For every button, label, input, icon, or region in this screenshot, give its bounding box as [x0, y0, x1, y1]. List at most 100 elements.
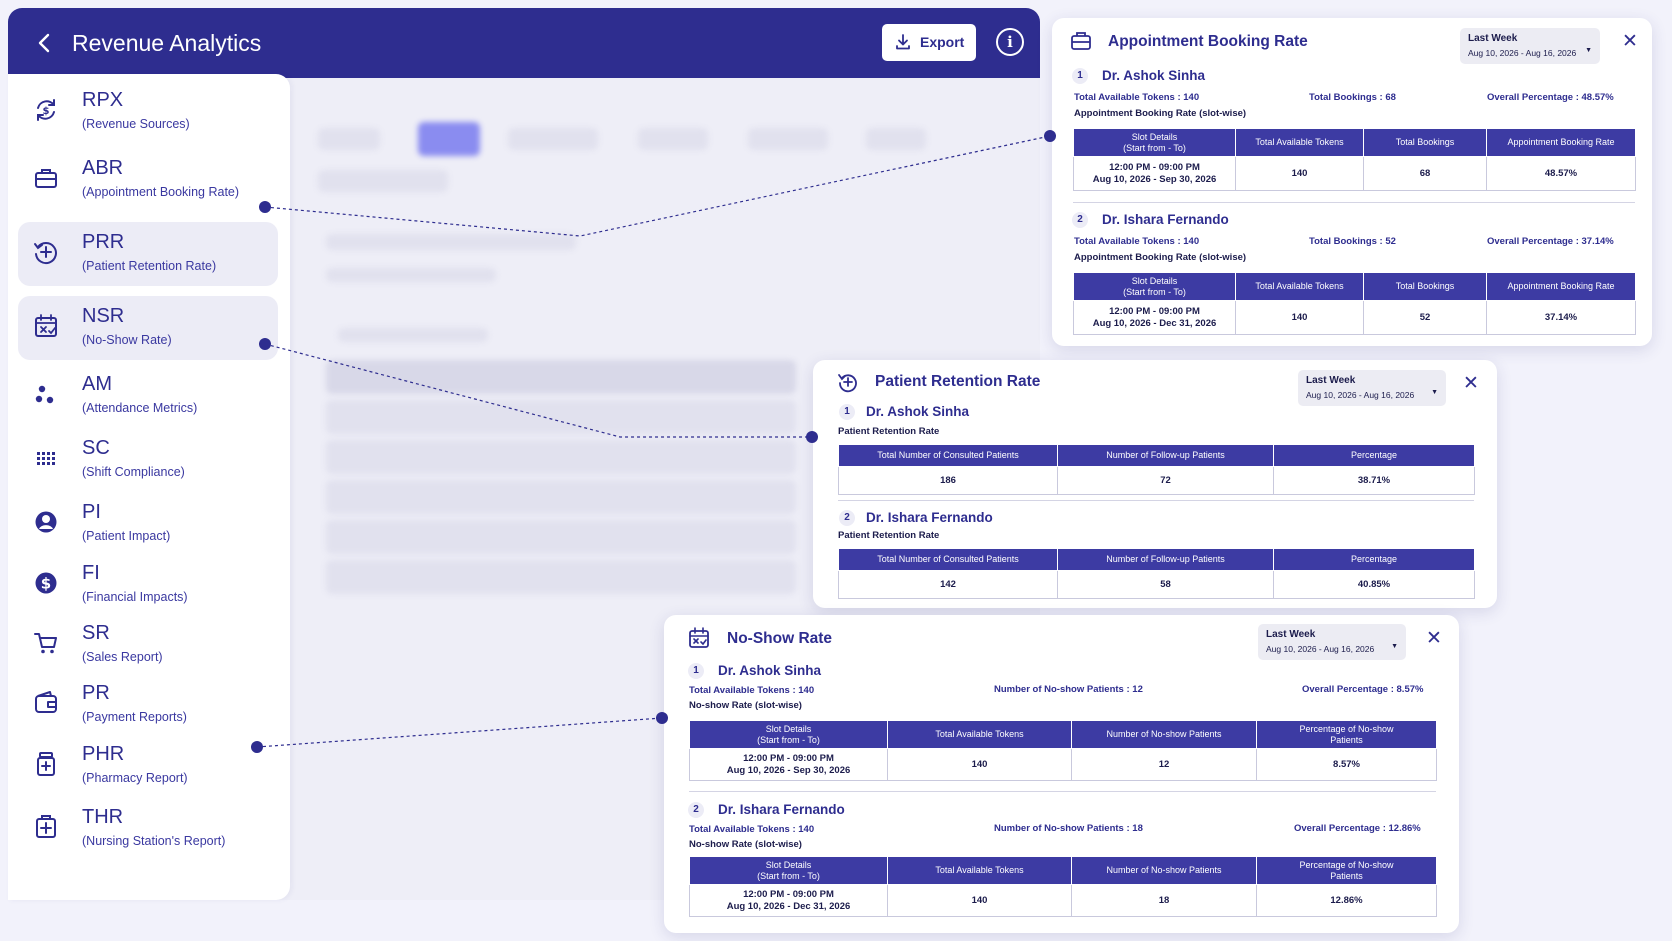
divider — [689, 791, 1436, 792]
percentage-cell: 8.57% — [1256, 748, 1437, 781]
col-noshow-patients: Number of No-show Patients — [1071, 720, 1257, 749]
total-bookings: Total Bookings : 52 — [1309, 236, 1396, 247]
table-caption: No-show Rate (slot-wise) — [689, 700, 802, 711]
total-tokens: Total Available Tokens : 140 — [1074, 236, 1200, 247]
percentage-cell: 38.71% — [1273, 466, 1475, 495]
col-total-bookings: Total Bookings — [1363, 272, 1487, 301]
col-followup-patients: Number of Follow-up Patients — [1057, 444, 1274, 467]
date-range-value: Aug 10, 2026 - Aug 16, 2026 — [1306, 390, 1415, 400]
doctor-index: 1 — [839, 404, 855, 420]
table-row: 186 72 38.71% — [838, 466, 1475, 495]
abr-title: Appointment Booking Rate — [1108, 33, 1308, 50]
percentage-cell: 40.85% — [1273, 570, 1475, 599]
col-booking-rate: Appointment Booking Rate — [1486, 272, 1636, 301]
nsr-date-range-select[interactable]: Last Week Aug 10, 2026 - Aug 16, 2026 ▼ — [1258, 624, 1406, 660]
prr-date-range-select[interactable]: Last Week Aug 10, 2026 - Aug 16, 2026 ▼ — [1298, 370, 1446, 406]
table-row: 12:00 PM - 09:00 PM Aug 10, 2026 - Dec 31… — [1073, 300, 1636, 335]
table-row: 142 58 40.85% — [838, 570, 1475, 599]
date-range-value: Aug 10, 2026 - Aug 16, 2026 — [1468, 48, 1577, 58]
noshow-cell: 18 — [1071, 884, 1257, 917]
col-slot-details: Slot Details (Start from - To) — [689, 720, 888, 749]
doctor-index: 1 — [688, 663, 704, 679]
date-range-label: Last Week — [1306, 375, 1356, 386]
retention-icon — [838, 374, 857, 393]
col-noshow-percentage: Percentage of No-show Patients — [1256, 720, 1437, 749]
consulted-cell: 186 — [838, 466, 1058, 495]
slot-cell: 12:00 PM - 09:00 PM Aug 10, 2026 - Sep 30… — [689, 748, 888, 781]
nsr-panel: No-Show Rate Last Week Aug 10, 2026 - Au… — [664, 615, 1459, 933]
col-consulted-patients: Total Number of Consulted Patients — [838, 444, 1058, 467]
divider — [838, 500, 1474, 501]
date-range-value: Aug 10, 2026 - Aug 16, 2026 — [1266, 644, 1375, 654]
table-row: 12:00 PM - 09:00 PM Aug 10, 2026 - Sep 30… — [1073, 156, 1636, 191]
nsr-title: No-Show Rate — [727, 630, 833, 647]
table-row: 12:00 PM - 09:00 PM Aug 10, 2026 - Dec 31… — [689, 884, 1437, 917]
doctor-name: Dr. Ashok Sinha — [718, 663, 822, 678]
followup-cell: 58 — [1057, 570, 1274, 599]
noshow-count: Number of No-show Patients : 18 — [994, 823, 1143, 834]
abr-date-range-select[interactable]: Last Week Aug 10, 2026 - Aug 16, 2026 ▼ — [1460, 28, 1600, 64]
col-percentage: Percentage — [1273, 548, 1475, 571]
table-caption: Appointment Booking Rate (slot-wise) — [1074, 108, 1247, 119]
table-caption: Appointment Booking Rate (slot-wise) — [1074, 252, 1247, 263]
consulted-cell: 142 — [838, 570, 1058, 599]
abr-table: Slot Details (Start from - To) Total Ava… — [1073, 272, 1636, 335]
doctor-name: Dr. Ishara Fernando — [1102, 212, 1229, 227]
col-slot-details: Slot Details (Start from - To) — [689, 856, 888, 885]
slot-cell: 12:00 PM - 09:00 PM Aug 10, 2026 - Sep 30… — [1073, 156, 1236, 191]
col-noshow-percentage: Percentage of No-show Patients — [1256, 856, 1437, 885]
slot-cell: 12:00 PM - 09:00 PM Aug 10, 2026 - Dec 31… — [689, 884, 888, 917]
prr-table: Total Number of Consulted Patients Numbe… — [838, 548, 1475, 599]
table-row: 12:00 PM - 09:00 PM Aug 10, 2026 - Sep 30… — [689, 748, 1437, 781]
prr-table: Total Number of Consulted Patients Numbe… — [838, 444, 1475, 495]
divider — [1073, 202, 1635, 203]
slot-cell: 12:00 PM - 09:00 PM Aug 10, 2026 - Dec 31… — [1073, 300, 1236, 335]
col-total-tokens: Total Available Tokens — [1235, 128, 1364, 157]
connector-dot — [259, 201, 271, 213]
bookings-cell: 52 — [1363, 300, 1487, 335]
table-caption: Patient Retention Rate — [838, 530, 940, 541]
total-tokens: Total Available Tokens : 140 — [689, 824, 815, 835]
noshow-count: Number of No-show Patients : 12 — [994, 684, 1143, 695]
table-caption: Patient Retention Rate — [838, 426, 940, 437]
doctor-index: 2 — [839, 510, 855, 526]
noshow-cell: 12 — [1071, 748, 1257, 781]
close-icon[interactable]: ✕ — [1463, 374, 1479, 394]
calendar-x-icon — [689, 627, 709, 648]
tokens-cell: 140 — [887, 748, 1072, 781]
connector-dot — [251, 741, 263, 753]
col-slot-details: Slot Details (Start from - To) — [1073, 128, 1236, 157]
col-total-tokens: Total Available Tokens — [887, 856, 1072, 885]
doctor-index: 1 — [1072, 68, 1088, 84]
abr-panel: Appointment Booking Rate Last Week Aug 1… — [1052, 18, 1652, 346]
doctor-name: Dr. Ashok Sinha — [866, 404, 970, 419]
bookings-cell: 68 — [1363, 156, 1487, 191]
rate-cell: 37.14% — [1486, 300, 1636, 335]
connector-dot — [656, 712, 668, 724]
briefcase-icon — [1071, 32, 1091, 50]
tokens-cell: 140 — [887, 884, 1072, 917]
prr-panel: Patient Retention Rate Last Week Aug 10,… — [813, 360, 1497, 608]
percentage-cell: 12.86% — [1256, 884, 1437, 917]
close-icon[interactable]: ✕ — [1622, 32, 1638, 52]
total-tokens: Total Available Tokens : 140 — [1074, 92, 1200, 103]
nsr-table: Slot Details (Start from - To) Total Ava… — [689, 720, 1437, 781]
doctor-index: 2 — [1072, 212, 1088, 228]
date-range-label: Last Week — [1468, 33, 1518, 44]
col-percentage: Percentage — [1273, 444, 1475, 467]
total-bookings: Total Bookings : 68 — [1309, 92, 1396, 103]
caret-down-icon: ▼ — [1391, 643, 1398, 650]
caret-down-icon: ▼ — [1431, 389, 1438, 396]
col-booking-rate: Appointment Booking Rate — [1486, 128, 1636, 157]
col-slot-details: Slot Details (Start from - To) — [1073, 272, 1236, 301]
col-consulted-patients: Total Number of Consulted Patients — [838, 548, 1058, 571]
table-caption: No-show Rate (slot-wise) — [689, 839, 802, 850]
doctor-name: Dr. Ishara Fernando — [866, 510, 993, 525]
rate-cell: 48.57% — [1486, 156, 1636, 191]
caret-down-icon: ▼ — [1585, 47, 1592, 54]
col-noshow-patients: Number of No-show Patients — [1071, 856, 1257, 885]
col-total-tokens: Total Available Tokens — [887, 720, 1072, 749]
close-icon[interactable]: ✕ — [1426, 629, 1442, 649]
date-range-label: Last Week — [1266, 629, 1316, 640]
nsr-table: Slot Details (Start from - To) Total Ava… — [689, 856, 1437, 917]
